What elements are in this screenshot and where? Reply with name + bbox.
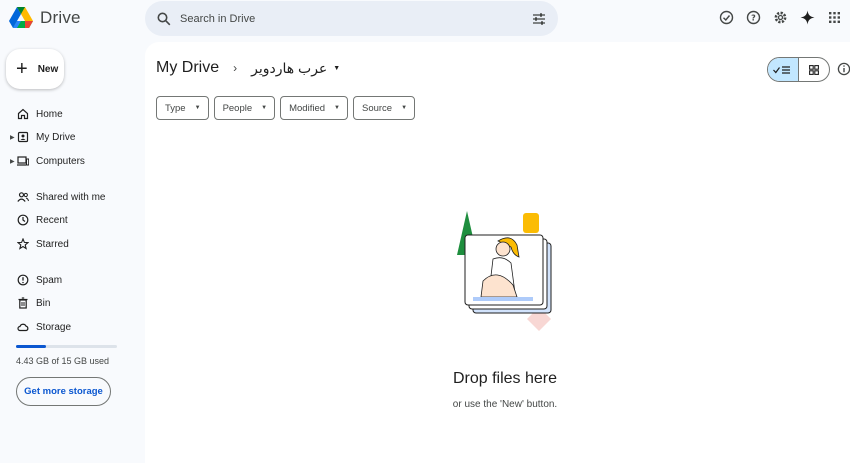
get-more-storage-button[interactable]: Get more storage	[16, 377, 111, 406]
search-options-icon[interactable]	[532, 12, 546, 26]
drive-logo[interactable]: Drive	[8, 6, 81, 30]
sidebar-item-spam[interactable]: Spam	[0, 269, 145, 291]
expand-caret-icon[interactable]: ▶	[10, 134, 15, 141]
sidebar-item-label: Computers	[36, 155, 85, 167]
sidebar-item-label: Spam	[36, 274, 63, 286]
app-name: Drive	[40, 8, 81, 27]
cloud-icon	[17, 323, 29, 332]
help-icon[interactable]: ?	[745, 9, 761, 25]
filter-label: Type	[165, 102, 186, 114]
filter-label: Source	[361, 102, 393, 114]
sidebar-item-label: My Drive	[36, 131, 76, 143]
filter-label: Modified	[289, 102, 326, 114]
search-input[interactable]: Search in Drive	[180, 13, 532, 25]
sidebar: + New Home ▶ My Drive ▶ Computers Shared…	[0, 40, 145, 463]
breadcrumb-root[interactable]: My Drive	[156, 59, 219, 77]
empty-state-illustration	[457, 211, 552, 331]
sidebar-item-my-drive[interactable]: ▶ My Drive	[0, 126, 145, 148]
expand-caret-icon[interactable]: ▶	[10, 158, 15, 165]
offline-ready-icon[interactable]	[718, 9, 734, 25]
sidebar-item-shared-with-me[interactable]: Shared with me	[0, 186, 145, 208]
new-button[interactable]: + New	[6, 49, 64, 89]
grid-view-icon	[808, 64, 819, 75]
bin-icon	[18, 297, 28, 309]
sidebar-item-label: Home	[36, 108, 63, 120]
sidebar-item-starred[interactable]: Starred	[0, 233, 145, 255]
grid-view-button[interactable]	[799, 58, 829, 81]
sidebar-item-label: Shared with me	[36, 191, 106, 203]
dropdown-arrow-icon: ▼	[261, 105, 268, 111]
filter-people[interactable]: People ▼	[213, 96, 276, 120]
sidebar-item-storage[interactable]: Storage	[0, 316, 145, 338]
new-button-label: New	[37, 63, 59, 75]
dropdown-arrow-icon: ▼	[401, 105, 408, 111]
filter-source[interactable]: Source ▼	[352, 96, 416, 120]
storage-progress-fill	[16, 345, 46, 348]
storage-progress-bar	[16, 345, 117, 348]
search-bar[interactable]: Search in Drive	[145, 1, 558, 36]
sidebar-item-label: Recent	[36, 214, 68, 226]
filter-label: People	[222, 102, 253, 114]
sidebar-item-label: Bin	[36, 297, 51, 309]
spam-icon	[17, 274, 29, 286]
list-view-icon	[772, 65, 790, 74]
empty-state-title: Drop files here	[452, 370, 558, 387]
sidebar-item-label: Starred	[36, 238, 69, 250]
plus-icon: +	[16, 58, 28, 80]
sidebar-item-recent[interactable]: Recent	[0, 209, 145, 231]
svg-text:?: ?	[751, 13, 756, 22]
list-view-button[interactable]	[768, 58, 799, 81]
main-content: My Drive › عرب هاردوير ▼ Type ▼ People ▼…	[145, 42, 850, 463]
shared-icon	[17, 192, 29, 202]
star-icon	[17, 238, 29, 250]
apps-grid-icon[interactable]	[826, 9, 842, 25]
home-icon	[17, 108, 29, 120]
filter-type[interactable]: Type ▼	[156, 96, 209, 120]
empty-state-subtitle: or use the 'New' button.	[452, 399, 558, 410]
gemini-icon[interactable]	[799, 9, 815, 25]
sidebar-item-computers[interactable]: ▶ Computers	[0, 150, 145, 172]
dropdown-arrow-icon: ▼	[194, 105, 201, 111]
sidebar-item-home[interactable]: Home	[0, 103, 145, 125]
top-bar: Drive Search in Drive ?	[0, 0, 850, 40]
my-drive-icon	[17, 131, 29, 143]
breadcrumb-current-folder[interactable]: عرب هاردوير ▼	[251, 60, 340, 77]
search-icon	[157, 12, 171, 25]
clock-icon	[17, 214, 29, 226]
computers-icon	[17, 156, 29, 166]
storage-usage-text: 4.43 GB of 15 GB used	[16, 356, 110, 366]
filter-chips: Type ▼ People ▼ Modified ▼ Source ▼	[156, 96, 416, 120]
breadcrumb-current-label: عرب هاردوير	[251, 59, 328, 76]
sidebar-item-bin[interactable]: Bin	[0, 292, 145, 314]
view-toggle	[767, 57, 830, 82]
info-icon[interactable]	[837, 62, 850, 76]
sidebar-item-label: Storage	[36, 321, 72, 333]
dropdown-arrow-icon: ▼	[333, 64, 341, 72]
filter-modified[interactable]: Modified ▼	[280, 96, 348, 120]
dropdown-arrow-icon: ▼	[334, 105, 340, 111]
drive-logo-icon	[9, 7, 33, 28]
chevron-right-icon: ›	[233, 61, 238, 75]
breadcrumb: My Drive › عرب هاردوير ▼	[156, 59, 340, 77]
settings-icon[interactable]	[772, 9, 788, 25]
